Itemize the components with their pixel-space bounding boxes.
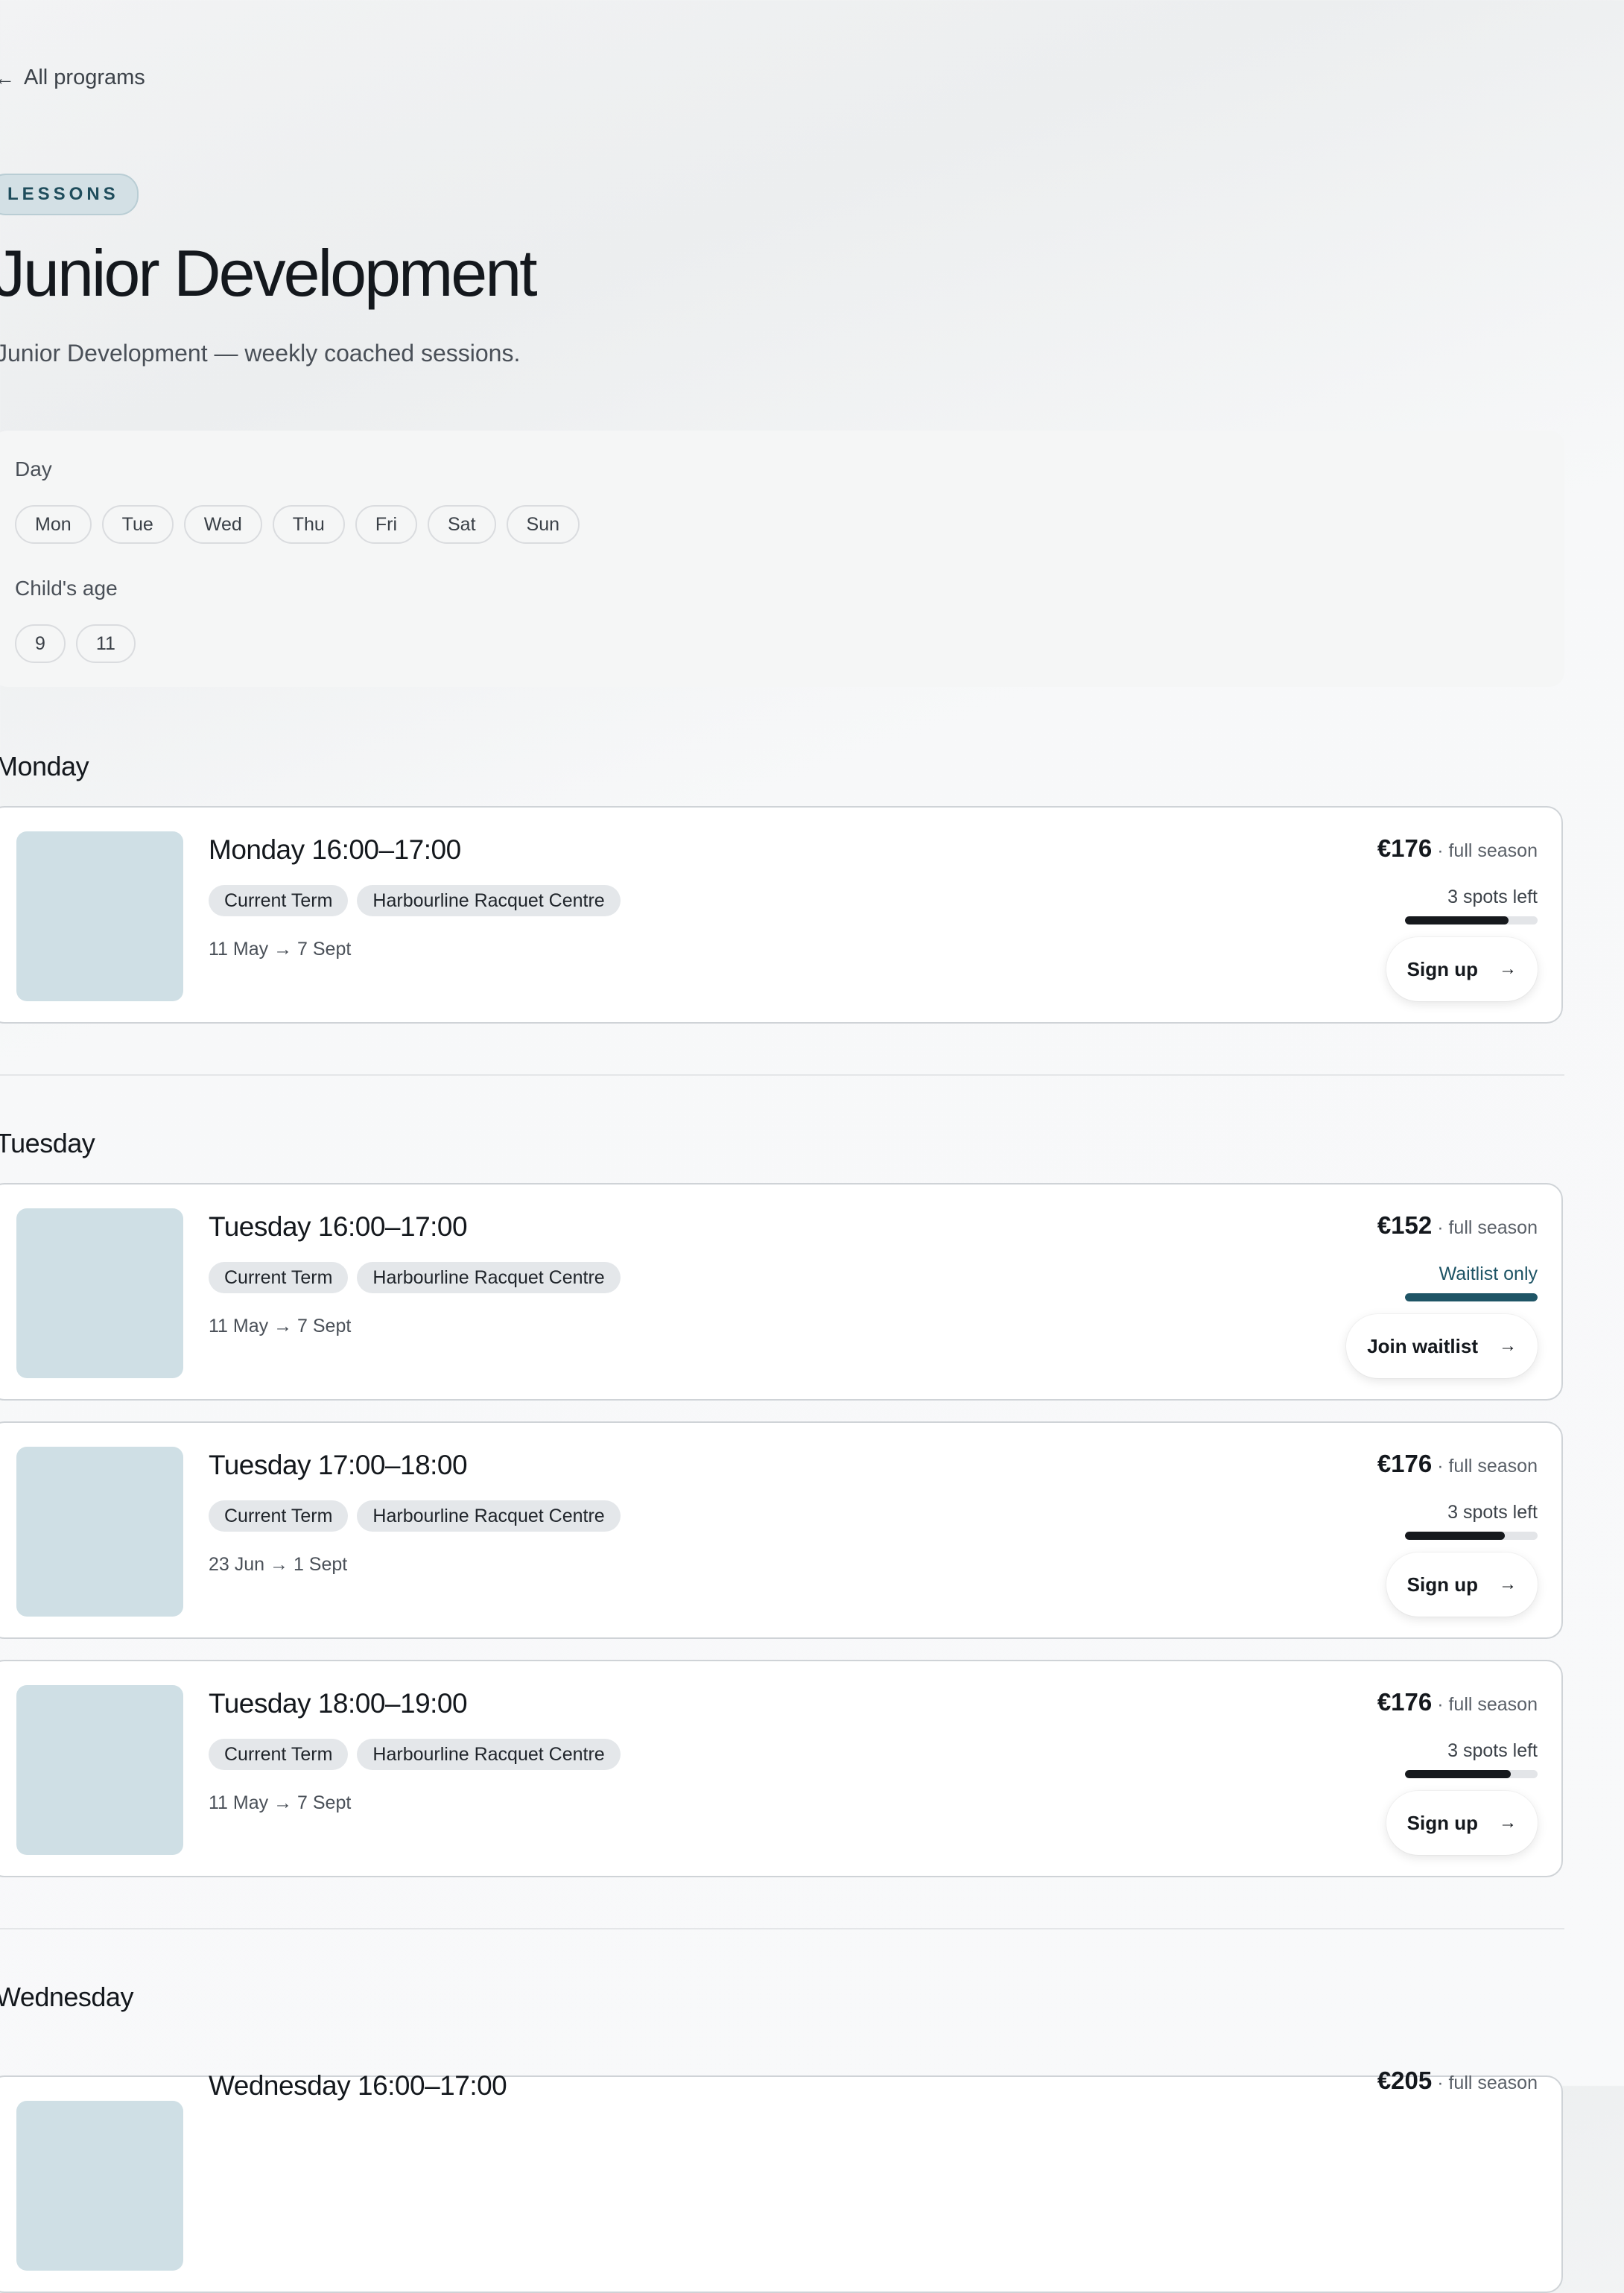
day-chip-fri[interactable]: Fri [355,505,417,544]
button-label: Sign up [1406,1573,1478,1596]
session-tags: Current Term Harbourline Racquet Centre [209,885,621,916]
button-label: Sign up [1406,957,1478,980]
day-filter-label: Day [15,457,52,481]
session-thumbnail [16,1447,183,1617]
day-chip-tue[interactable]: Tue [101,505,174,544]
session-title: Tuesday 17:00–18:00 [209,1450,468,1480]
term-tag: Current Term [209,885,349,916]
age-filter-chips: 9 11 [15,624,136,663]
price: €176 [1377,1450,1433,1477]
back-link[interactable]: ← All programs [0,66,145,90]
session-tags: Current Term Harbourline Racquet Centre [209,1262,621,1293]
sign-up-button[interactable]: Sign up → [1386,1553,1538,1617]
button-label: Join waitlist [1367,1334,1478,1357]
term-tag: Current Term [209,1262,349,1293]
price-line: €176 · full season [1377,834,1538,862]
arrow-right-icon: → [1499,1812,1517,1833]
price: €176 [1377,834,1433,862]
venue-tag: Harbourline Racquet Centre [357,885,621,916]
session-card[interactable]: Tuesday 16:00–17:00 Current Term Harbour… [0,1183,1563,1401]
session-title: Monday 16:00–17:00 [209,834,461,865]
session-dates: 11 May → 7 Sept [209,939,352,960]
section-divider [0,1074,1564,1076]
capacity-bar-fill [1405,1293,1538,1301]
page-subtitle: Junior Development — weekly coached sess… [0,340,521,367]
back-link-label: All programs [24,66,145,89]
arrow-right-icon: → [1499,1336,1517,1356]
capacity-bar [1405,1293,1538,1301]
session-thumbnail [16,1208,183,1378]
filter-panel: Day Mon Tue Wed Thu Fri Sat Sun Child's … [0,431,1564,687]
session-title: Tuesday 18:00–19:00 [209,1688,468,1719]
age-chip-11[interactable]: 11 [75,624,136,663]
price-note: full season [1448,840,1538,861]
arrow-right-icon: → [1499,1574,1517,1594]
price-note: full season [1448,1217,1538,1238]
session-thumbnail [16,1685,183,1855]
session-dates: 11 May → 7 Sept [209,1316,352,1336]
session-card[interactable]: Monday 16:00–17:00 Current Term Harbourl… [0,806,1563,1024]
day-chip-sat[interactable]: Sat [428,505,496,544]
day-heading-wednesday: Wednesday [0,1982,133,2012]
session-dates: 11 May → 7 Sept [209,1792,352,1813]
sign-up-button[interactable]: Sign up → [1386,1791,1538,1855]
price: €176 [1377,1688,1433,1716]
day-filter-chips: Mon Tue Wed Thu Fri Sat Sun [15,505,580,544]
price-line: €176 · full season [1377,1688,1538,1716]
session-thumbnail [16,2101,183,2271]
venue-tag: Harbourline Racquet Centre [357,1739,621,1770]
day-chip-mon[interactable]: Mon [15,505,92,544]
day-heading-tuesday: Tuesday [0,1128,95,1158]
day-chip-wed[interactable]: Wed [183,505,262,544]
capacity-bar [1405,1770,1538,1778]
session-card[interactable]: Tuesday 18:00–19:00 Current Term Harbour… [0,1660,1563,1877]
session-card[interactable]: Wednesday 16:00–17:00 €205 · full season [0,2067,1563,2293]
day-heading-monday: Monday [0,751,89,781]
venue-tag: Harbourline Racquet Centre [357,1500,621,1532]
availability: 3 spots left [1447,1502,1538,1523]
day-chip-thu[interactable]: Thu [272,505,345,544]
arrow-right-icon: → [1499,959,1517,979]
price-note: full season [1448,1694,1538,1715]
price-note: full season [1448,2072,1538,2093]
capacity-bar [1405,1532,1538,1540]
capacity-bar-fill [1405,1770,1512,1778]
section-divider [0,1928,1564,1929]
session-tags: Current Term Harbourline Racquet Centre [209,1500,621,1532]
day-chip-sun[interactable]: Sun [506,505,580,544]
session-tags: Current Term Harbourline Racquet Centre [209,1739,621,1770]
session-thumbnail [16,831,183,1001]
price-line: €205 · full season [1377,2067,1538,2094]
price-note: full season [1448,1456,1538,1477]
sign-up-button[interactable]: Sign up → [1386,937,1538,1001]
availability: 3 spots left [1447,887,1538,907]
price-line: €176 · full season [1377,1450,1538,1477]
term-tag: Current Term [209,1739,349,1770]
availability-waitlist: Waitlist only [1439,1263,1538,1284]
session-title: Wednesday 16:00–17:00 [209,2070,507,2101]
capacity-bar-fill [1405,916,1509,925]
capacity-bar [1405,916,1538,925]
category-badge: LESSONS [0,174,139,215]
capacity-bar-fill [1405,1532,1505,1540]
price: €205 [1377,2067,1433,2094]
session-card[interactable]: Tuesday 17:00–18:00 Current Term Harbour… [0,1421,1563,1639]
price: €152 [1377,1211,1433,1239]
age-filter-label: Child's age [15,577,118,600]
page-title: Junior Development [0,236,538,310]
venue-tag: Harbourline Racquet Centre [357,1262,621,1293]
arrow-left-icon: ← [0,66,15,89]
join-waitlist-button[interactable]: Join waitlist → [1346,1314,1538,1378]
button-label: Sign up [1406,1811,1478,1834]
session-dates: 23 Jun → 1 Sept [209,1554,348,1575]
term-tag: Current Term [209,1500,349,1532]
price-line: €152 · full season [1377,1211,1538,1239]
session-title: Tuesday 16:00–17:00 [209,1211,468,1242]
age-chip-9[interactable]: 9 [15,624,66,663]
availability: 3 spots left [1447,1740,1538,1761]
